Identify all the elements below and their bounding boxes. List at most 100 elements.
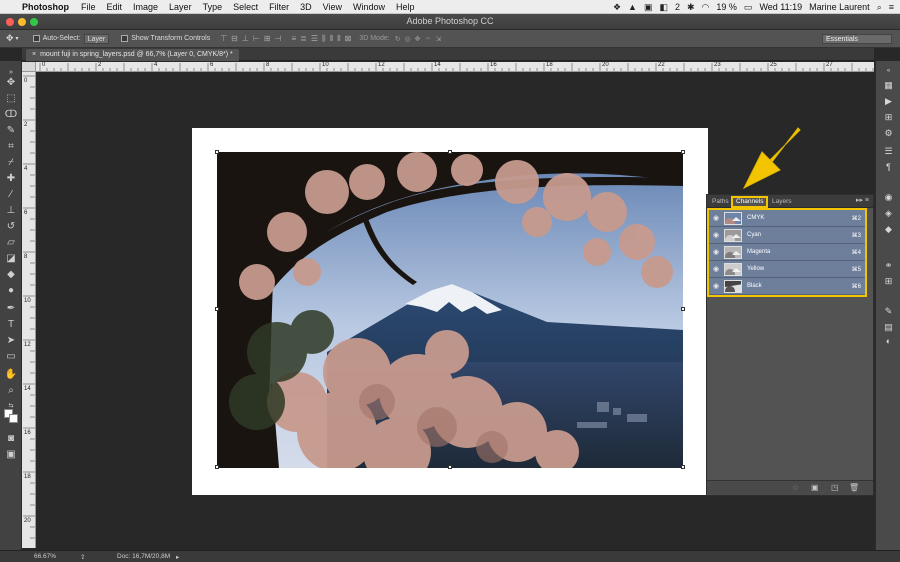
drive-icon[interactable]: ▲	[628, 2, 637, 12]
channels-icon[interactable]: ⊞	[881, 275, 896, 288]
bluetooth-icon[interactable]: ✱	[687, 2, 695, 13]
drag-3d-icon[interactable]: ✥	[415, 35, 421, 43]
background-color-swatch[interactable]	[9, 414, 18, 423]
menu-window[interactable]: Window	[353, 2, 385, 12]
menu-type[interactable]: Type	[203, 2, 223, 12]
move-tool-icon[interactable]: ✥	[3, 75, 19, 90]
zoom-tool-icon[interactable]: ⌕	[3, 383, 19, 398]
ruler-origin[interactable]	[22, 62, 36, 72]
distribute-right-icon[interactable]: ⫴	[337, 34, 340, 44]
layers-icon[interactable]: ◆	[881, 223, 896, 236]
channel-row-black[interactable]: ◉ Black ⌘6	[709, 278, 865, 295]
type-tool-icon[interactable]: T	[3, 317, 19, 332]
menu-edit[interactable]: Edit	[107, 2, 123, 12]
styles-icon[interactable]: ☰	[881, 145, 896, 158]
new-channel-icon[interactable]: ◳	[831, 483, 839, 492]
adjustments-icon[interactable]: ⚙	[881, 127, 896, 140]
move-tool-preset[interactable]: ✥ ▾	[6, 33, 19, 44]
battery-icon[interactable]: ▭	[744, 2, 753, 13]
properties-icon[interactable]: ⊞	[881, 111, 896, 124]
load-selection-icon[interactable]: ◌	[793, 483, 798, 492]
transform-handle[interactable]	[448, 465, 452, 469]
channel-row-magenta[interactable]: ◉ Magenta ⌘4	[709, 244, 865, 261]
distribute-bottom-icon[interactable]: ☰	[311, 34, 318, 44]
visibility-eye-icon[interactable]: ◉	[713, 282, 719, 290]
transform-handle[interactable]	[215, 150, 219, 154]
align-bottom-icon[interactable]: ⊥	[242, 34, 249, 44]
quick-mask-icon[interactable]: ◙	[3, 431, 19, 446]
dropbox-icon[interactable]: ❖	[613, 2, 621, 13]
align-right-icon[interactable]: ⊣	[275, 34, 282, 44]
paths-icon[interactable]: ⚭	[881, 259, 896, 272]
clone-source-icon[interactable]: ▤	[881, 321, 896, 334]
info-icon[interactable]: ◐	[881, 335, 896, 348]
distribute-top-icon[interactable]: ≡	[291, 34, 296, 44]
menu-filter[interactable]: Filter	[269, 2, 289, 12]
tab-layers[interactable]: Layers	[769, 196, 795, 208]
clone-stamp-tool-icon[interactable]: ⊥	[3, 203, 19, 218]
transform-handle[interactable]	[215, 307, 219, 311]
search-icon[interactable]: ⌕	[877, 2, 882, 13]
blur-tool-icon[interactable]: ◆	[3, 267, 19, 282]
menu-file[interactable]: File	[81, 2, 96, 12]
close-tab-icon[interactable]: ×	[32, 51, 36, 58]
status-badge[interactable]: 2	[675, 2, 680, 12]
transform-controls-checkbox[interactable]	[121, 35, 129, 42]
lasso-tool-icon[interactable]: ↀ	[3, 107, 19, 122]
auto-select-dropdown[interactable]: Layer	[83, 33, 110, 44]
quick-select-tool-icon[interactable]: ✎	[3, 123, 19, 138]
menu-3d[interactable]: 3D	[300, 2, 312, 12]
color-icon[interactable]: ◈	[881, 207, 896, 220]
zoom-level[interactable]: 66.67%	[34, 553, 56, 560]
distribute-middle-icon[interactable]: ≣	[300, 34, 307, 44]
transform-handle[interactable]	[448, 150, 452, 154]
channel-row-cmyk[interactable]: ◉ CMYK ⌘2	[709, 210, 865, 227]
align-top-icon[interactable]: ⊤	[220, 34, 227, 44]
menu-image[interactable]: Image	[133, 2, 158, 12]
align-middle-icon[interactable]: ⊟	[231, 34, 238, 44]
transform-handle[interactable]	[681, 307, 685, 311]
rotate-3d-icon[interactable]: ↻	[395, 35, 401, 43]
eyedropper-tool-icon[interactable]: ⌿	[3, 155, 19, 170]
distribute-left-icon[interactable]: ⫼	[322, 34, 326, 44]
app-indicator2-icon[interactable]: ◧	[659, 2, 668, 13]
crop-tool-icon[interactable]: ⌗	[3, 139, 19, 154]
list-icon[interactable]: ≡	[889, 2, 894, 12]
brush-presets-icon[interactable]: ✎	[881, 305, 896, 318]
fuji-photo-layer[interactable]	[217, 152, 683, 468]
slide-3d-icon[interactable]: ⇔	[425, 35, 432, 42]
menu-help[interactable]: Help	[396, 2, 415, 12]
tab-channels[interactable]: Channels	[731, 196, 769, 208]
eraser-tool-icon[interactable]: ▱	[3, 235, 19, 250]
horizontal-ruler[interactable]: 0 2 4 6 8 10 12 14 16 18 20 22 23 25 27	[36, 62, 874, 72]
align-center-icon[interactable]: ⊞	[264, 34, 271, 44]
scale-3d-icon[interactable]: ⇲	[436, 35, 442, 43]
wifi-icon[interactable]: ◠	[702, 2, 710, 13]
vertical-ruler[interactable]: 0 2 4 6 8 10 12 14 16 18 20	[22, 72, 36, 548]
align-left-icon[interactable]: ⊢	[253, 34, 260, 44]
history-brush-tool-icon[interactable]: ↺	[3, 219, 19, 234]
user-name[interactable]: Marine Laurent	[809, 2, 870, 12]
actions-icon[interactable]: ▶	[881, 95, 896, 108]
visibility-eye-icon[interactable]: ◉	[713, 231, 719, 239]
panel-menu-icon[interactable]: ▸▸ ≡	[856, 196, 869, 204]
document-tab[interactable]: × mount fuji in spring_layers.psd @ 66,7%…	[26, 49, 239, 61]
brush-tool-icon[interactable]: ⁄	[3, 187, 19, 202]
delete-channel-icon[interactable]: 🗑	[849, 483, 859, 492]
status-menu-icon[interactable]: ▸	[176, 553, 179, 561]
visibility-eye-icon[interactable]: ◉	[713, 265, 719, 273]
healing-brush-tool-icon[interactable]: ✚	[3, 171, 19, 186]
roll-3d-icon[interactable]: ◎	[405, 35, 411, 43]
swatches-icon[interactable]: ◉	[881, 191, 896, 204]
visibility-eye-icon[interactable]: ◉	[713, 248, 719, 256]
path-select-tool-icon[interactable]: ➤	[3, 333, 19, 348]
hand-tool-icon[interactable]: ✋	[3, 367, 19, 382]
channel-row-cyan[interactable]: ◉ Cyan ⌘3	[709, 227, 865, 244]
tab-paths[interactable]: Paths	[709, 196, 732, 208]
character-icon[interactable]: ¶	[881, 161, 896, 174]
marquee-tool-icon[interactable]: ⬚	[3, 91, 19, 106]
menu-layer[interactable]: Layer	[169, 2, 192, 12]
channel-row-yellow[interactable]: ◉ Yellow ⌘5	[709, 261, 865, 278]
save-selection-icon[interactable]: ▣	[811, 483, 819, 492]
menu-view[interactable]: View	[323, 2, 342, 12]
